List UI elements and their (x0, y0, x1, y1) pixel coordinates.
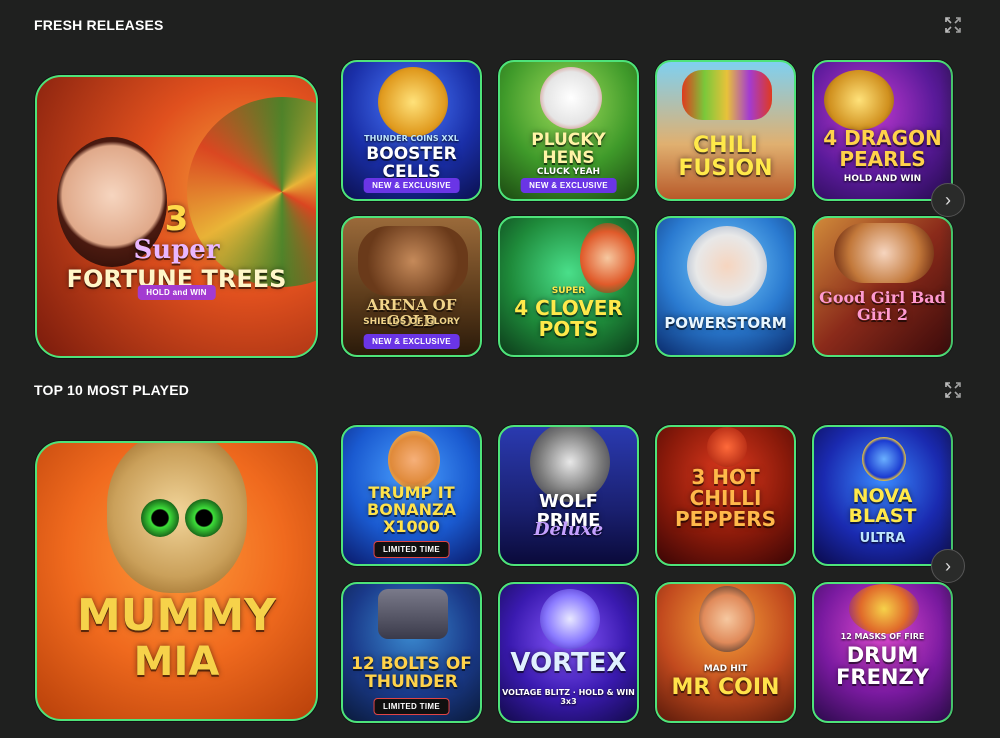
character-graphic (388, 431, 440, 489)
game-subtitle: VOLTAGE BLITZ · HOLD & WIN 3x3 (502, 688, 635, 706)
masked-drummer-graphic (849, 584, 919, 634)
chevron-right-icon: › (945, 189, 951, 210)
exclusive-badge: NEW & EXCLUSIVE (363, 334, 460, 349)
game-subtitle: ULTRA (859, 531, 906, 546)
game-tile[interactable]: THUNDER COINS XXL BOOSTER CELLS NEW & EX… (341, 60, 482, 201)
game-subtitle: CLUCK YEAH (536, 167, 601, 177)
game-subtitle: THUNDER COINS XXL (364, 134, 459, 143)
game-tile[interactable]: 3 HOT CHILLI PEPPERS (655, 425, 796, 566)
game-tile[interactable]: SUPER 4 CLOVER POTS (498, 216, 639, 357)
plasma-ball-graphic (540, 589, 600, 649)
mummy-eye-left (141, 499, 179, 537)
game-title: 3 HOT CHILLI PEPPERS (674, 465, 777, 531)
characters-graphic (834, 223, 934, 283)
top-played-section: TOP 10 MOST PLAYED MUMMY MIA TRUMP IT BO… (0, 370, 1000, 738)
game-title: VORTEX (510, 648, 627, 678)
exclusive-badge: NEW & EXCLUSIVE (520, 178, 617, 193)
fresh-releases-section: FRESH RELEASES 3 Super FORTUNE TREES HOL… (0, 0, 1000, 370)
next-arrow-button[interactable]: › (931, 549, 965, 583)
featured-name-line1: MUMMY (77, 590, 276, 641)
game-tile[interactable]: 4 DRAGON PEARLS HOLD AND WIN (812, 60, 953, 201)
featured-name-line2: Super (133, 235, 220, 265)
lightning-coin-graphic (378, 67, 448, 137)
game-title: POWERSTORM (664, 314, 787, 332)
game-tile[interactable]: MAD HIT MR COIN (655, 582, 796, 723)
exclusive-badge: NEW & EXCLUSIVE (363, 178, 460, 193)
game-subtitle: SHIELDS OF GLORY (363, 317, 460, 327)
game-subtitle: 12 MASKS OF FIRE (840, 632, 925, 641)
game-title: DRUM FRENZY (836, 643, 929, 690)
game-title: MR COIN (671, 675, 780, 700)
featured-sub-label: HOLD and WIN (137, 285, 216, 300)
game-subtitle: SUPER (551, 286, 586, 296)
featured-game-tile[interactable]: 3 Super FORTUNE TREES HOLD and WIN (35, 75, 318, 358)
zeus-character (687, 226, 767, 306)
limited-time-badge: LIMITED TIME (373, 698, 450, 715)
game-tile[interactable]: NOVA BLAST ULTRA (812, 425, 953, 566)
gold-pot-graphic (824, 70, 894, 130)
game-tile[interactable]: WOLF PRIME Deluxe (498, 425, 639, 566)
game-title: 12 BOLTS OF THUNDER (351, 654, 472, 692)
game-title: PLUCKY HENS (531, 130, 606, 168)
game-title: 4 DRAGON PEARLS (823, 126, 942, 171)
next-arrow-button[interactable]: › (931, 183, 965, 217)
section-title: FRESH RELEASES (34, 17, 164, 33)
game-tile[interactable]: ARENA OF GOLD SHIELDS OF GLORY NEW & EXC… (341, 216, 482, 357)
game-tile[interactable]: VORTEX VOLTAGE BLITZ · HOLD & WIN 3x3 (498, 582, 639, 723)
game-title: BOOSTER CELLS (366, 144, 457, 182)
featured-name-number: 3 (164, 199, 189, 239)
mr-coin-character (699, 586, 755, 652)
chili-graphic (707, 427, 747, 467)
hen-character (540, 67, 602, 129)
game-tile[interactable]: CHILI FUSION (655, 60, 796, 201)
game-subtitle: HOLD AND WIN (843, 174, 922, 184)
chevron-right-icon: › (945, 555, 951, 576)
game-tile[interactable]: 12 BOLTS OF THUNDER LIMITED TIME (341, 582, 482, 723)
game-title: 4 CLOVER POTS (514, 296, 623, 341)
game-tile[interactable]: Good Girl Bad Girl 2 (812, 216, 953, 357)
gem-graphic (862, 437, 906, 481)
game-tile[interactable]: 12 MASKS OF FIRE DRUM FRENZY (812, 582, 953, 723)
warriors-graphic (358, 226, 468, 296)
game-subtitle: Deluxe (533, 519, 604, 540)
game-title: CHILI FUSION (678, 133, 773, 182)
featured-game-tile[interactable]: MUMMY MIA (35, 441, 318, 721)
featured-name-line2: MIA (133, 639, 220, 685)
section-title: TOP 10 MOST PLAYED (34, 382, 190, 398)
game-title: NOVA BLAST (848, 485, 917, 527)
hammer-graphic (378, 589, 448, 639)
game-tile[interactable]: PLUCKY HENS CLUCK YEAH NEW & EXCLUSIVE (498, 60, 639, 201)
game-tile[interactable]: POWERSTORM (655, 216, 796, 357)
mummy-eye-right (185, 499, 223, 537)
leprechaun-graphic (580, 223, 635, 293)
game-title: Good Girl Bad Girl 2 (819, 288, 946, 324)
chili-peppers-graphic (682, 70, 772, 120)
game-tile[interactable]: TRUMP IT BONANZA X1000 LIMITED TIME (341, 425, 482, 566)
limited-time-badge: LIMITED TIME (373, 541, 450, 558)
game-subtitle: MAD HIT (703, 664, 748, 674)
game-title: TRUMP IT BONANZA X1000 (367, 483, 456, 536)
